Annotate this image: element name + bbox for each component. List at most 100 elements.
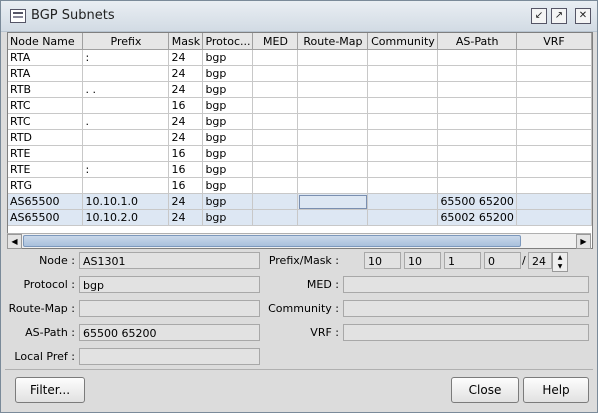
table-cell[interactable]: [297, 81, 369, 98]
table-cell[interactable]: bgp: [202, 161, 254, 178]
table-cell[interactable]: RTG: [8, 177, 84, 194]
column-header[interactable]: MED: [252, 33, 299, 50]
table-cell[interactable]: [367, 49, 439, 66]
vrf-field[interactable]: [343, 324, 589, 341]
table-cell[interactable]: [252, 81, 299, 98]
scroll-right-icon[interactable]: ▶: [576, 234, 591, 249]
table-cell[interactable]: [82, 65, 170, 82]
table-cell[interactable]: bgp: [202, 81, 254, 98]
table-cell[interactable]: [437, 81, 517, 98]
prefix-octet-3[interactable]: 1: [444, 252, 481, 269]
table-cell[interactable]: 24: [168, 65, 204, 82]
table-cell[interactable]: .: [82, 113, 170, 130]
maximize-icon[interactable]: ↗: [551, 8, 567, 24]
mask-spinner[interactable]: ▲ ▼: [552, 252, 568, 272]
community-field[interactable]: [343, 300, 589, 317]
table-cell[interactable]: [297, 49, 369, 66]
table-cell[interactable]: [516, 161, 592, 178]
table-cell[interactable]: [516, 97, 592, 114]
prefix-octet-2[interactable]: 10: [404, 252, 441, 269]
table-row[interactable]: RTD 24 bgp: [8, 129, 592, 146]
prefix-octet-4[interactable]: 0: [484, 252, 521, 269]
table-cell[interactable]: [252, 65, 299, 82]
table-cell[interactable]: bgp: [202, 113, 254, 130]
table-row[interactable]: RTA:24 bgp: [8, 49, 592, 66]
table-cell[interactable]: [82, 145, 170, 162]
table-cell[interactable]: 24: [168, 193, 204, 210]
table-cell[interactable]: [297, 97, 369, 114]
table-cell[interactable]: 24: [168, 129, 204, 146]
table-row[interactable]: RTE:16 bgp: [8, 161, 592, 178]
table-cell[interactable]: 10.10.2.0: [82, 209, 170, 226]
table-cell[interactable]: [437, 65, 517, 82]
table-cell[interactable]: . .: [82, 81, 170, 98]
table-cell[interactable]: 16: [168, 177, 204, 194]
local-pref-field[interactable]: [79, 348, 260, 365]
table-cell[interactable]: [367, 193, 439, 210]
table-cell[interactable]: [297, 65, 369, 82]
table-cell[interactable]: [516, 81, 592, 98]
table-cell[interactable]: [252, 129, 299, 146]
close-button[interactable]: Close: [451, 377, 519, 403]
table-cell[interactable]: [367, 145, 439, 162]
table-cell[interactable]: bgp: [202, 145, 254, 162]
table-cell[interactable]: :: [82, 49, 170, 66]
as-path-field[interactable]: 65500 65200: [79, 324, 260, 341]
table-row[interactable]: RTC 16 bgp: [8, 97, 592, 114]
table-cell[interactable]: RTA: [8, 49, 84, 66]
table-row[interactable]: RTB. . 24 bgp: [8, 81, 592, 98]
table-cell[interactable]: [367, 177, 439, 194]
table-cell[interactable]: 24: [168, 209, 204, 226]
table-cell[interactable]: [367, 161, 439, 178]
table-cell[interactable]: [297, 193, 369, 210]
table-cell[interactable]: bgp: [202, 129, 254, 146]
table-cell[interactable]: [297, 209, 369, 226]
table-cell[interactable]: [82, 97, 170, 114]
route-map-field[interactable]: [79, 300, 260, 317]
node-field[interactable]: AS1301: [79, 252, 260, 269]
spin-up-icon[interactable]: ▲: [553, 253, 567, 262]
table-cell[interactable]: [252, 193, 299, 210]
table-cell[interactable]: RTB: [8, 81, 84, 98]
table-cell[interactable]: [252, 113, 299, 130]
column-header[interactable]: Route-Map: [297, 33, 369, 50]
column-header[interactable]: Mask: [168, 33, 204, 50]
table-cell[interactable]: [252, 97, 299, 114]
table-cell[interactable]: [516, 209, 592, 226]
table-cell[interactable]: [252, 177, 299, 194]
med-field[interactable]: [343, 276, 589, 293]
table-cell[interactable]: [437, 49, 517, 66]
table-cell[interactable]: [82, 177, 170, 194]
table-cell[interactable]: [437, 177, 517, 194]
table-cell[interactable]: [367, 209, 439, 226]
table-cell[interactable]: bgp: [202, 49, 254, 66]
table-cell[interactable]: [252, 161, 299, 178]
table-cell[interactable]: 16: [168, 161, 204, 178]
horizontal-scrollbar[interactable]: ◀ ▶: [7, 233, 591, 249]
column-header[interactable]: Prefix: [82, 33, 170, 50]
table-cell[interactable]: [367, 81, 439, 98]
table-cell[interactable]: RTE: [8, 161, 84, 178]
column-header[interactable]: Community: [367, 33, 439, 50]
help-button[interactable]: Help: [523, 377, 589, 403]
table-cell[interactable]: [297, 129, 369, 146]
table-cell[interactable]: [252, 209, 299, 226]
table-cell[interactable]: AS65500: [8, 193, 84, 210]
table-cell[interactable]: [297, 145, 369, 162]
restore-icon[interactable]: ↙: [531, 8, 547, 24]
spin-down-icon[interactable]: ▼: [553, 262, 567, 271]
table-cell[interactable]: [252, 145, 299, 162]
table-row[interactable]: RTC. 24 bgp: [8, 113, 592, 130]
table-cell[interactable]: [437, 161, 517, 178]
mask-field[interactable]: 24: [528, 252, 552, 269]
table-cell[interactable]: [367, 129, 439, 146]
table-cell[interactable]: RTA: [8, 65, 84, 82]
table-cell[interactable]: [82, 129, 170, 146]
table-row[interactable]: RTE 16 bgp: [8, 145, 592, 162]
table-cell[interactable]: [367, 97, 439, 114]
table-cell[interactable]: [437, 129, 517, 146]
table-cell[interactable]: [516, 177, 592, 194]
scroll-thumb[interactable]: [23, 235, 521, 247]
table-cell[interactable]: [516, 129, 592, 146]
table-cell[interactable]: 65500 65200: [437, 193, 517, 210]
